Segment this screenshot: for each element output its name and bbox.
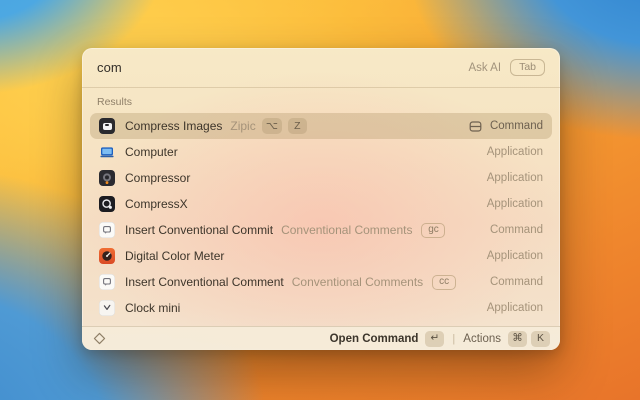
digital-color-meter-icon	[99, 248, 115, 264]
result-type: Application	[487, 250, 543, 262]
raycast-logo-icon	[92, 331, 107, 346]
raycast-launcher-window: com Ask AI Tab Results Compress Images Z…	[82, 48, 560, 350]
compressor-app-icon	[99, 170, 115, 186]
result-subtitle: Conventional Comments	[292, 275, 423, 289]
alias-badge: cc	[432, 275, 456, 290]
result-type: Application	[487, 302, 543, 314]
result-title: Digital Color Meter	[125, 249, 224, 263]
result-type: Application	[487, 146, 543, 158]
result-title: Insert Conventional Comment	[125, 275, 284, 289]
tab-key-badge: Tab	[510, 59, 545, 77]
clock-mini-icon	[99, 300, 115, 316]
z-key-badge: Z	[288, 118, 307, 134]
result-type: Command	[490, 224, 543, 236]
result-row-clock-mini[interactable]: Clock mini Application	[90, 295, 552, 321]
zipic-app-icon	[99, 118, 115, 134]
result-type: Command	[490, 276, 543, 288]
result-title: CompressX	[125, 197, 188, 211]
compressx-app-icon	[99, 196, 115, 212]
footer-divider: |	[452, 333, 455, 345]
results-section-header: Results	[90, 88, 552, 113]
desktop-wallpaper: com Ask AI Tab Results Compress Images Z…	[0, 0, 640, 400]
result-type: Application	[487, 172, 543, 184]
result-row-compress-images[interactable]: Compress Images Zipic ⌥ Z Command	[90, 113, 552, 139]
results-list: Results Compress Images Zipic ⌥ Z Comman…	[82, 88, 560, 326]
result-title: Computer	[125, 145, 178, 159]
result-subtitle: Conventional Comments	[281, 223, 412, 237]
result-row-compressx[interactable]: CompressX Application	[90, 191, 552, 217]
command-key-badge: ⌘	[508, 331, 527, 347]
computer-app-icon	[99, 144, 115, 160]
search-input[interactable]: com	[97, 60, 122, 75]
result-row-insert-conventional-comment[interactable]: Insert Conventional Comment Conventional…	[90, 269, 552, 295]
alias-badge: gc	[421, 223, 445, 238]
conventional-comments-icon	[99, 274, 115, 290]
actions-button[interactable]: Actions	[463, 333, 501, 345]
result-row-computer[interactable]: Computer Application	[90, 139, 552, 165]
conventional-comments-icon	[99, 222, 115, 238]
return-key-badge: ↵	[425, 331, 444, 347]
k-key-badge: K	[531, 331, 550, 347]
ask-ai-label[interactable]: Ask AI	[468, 62, 501, 74]
result-type: Application	[487, 198, 543, 210]
result-title: Insert Conventional Commit	[125, 223, 273, 237]
footer-bar: Open Command ↵ | Actions ⌘ K	[82, 326, 560, 350]
result-title: Clock mini	[125, 301, 180, 315]
command-drive-icon	[469, 120, 482, 133]
search-bar: com Ask AI Tab	[82, 48, 560, 88]
result-row-digital-color-meter[interactable]: Digital Color Meter Application	[90, 243, 552, 269]
result-subtitle: Zipic	[230, 119, 255, 133]
result-type: Command	[490, 120, 543, 132]
result-title: Compressor	[125, 171, 190, 185]
result-row-compressor[interactable]: Compressor Application	[90, 165, 552, 191]
option-key-badge: ⌥	[262, 118, 282, 134]
result-title: Compress Images	[125, 119, 222, 133]
open-command-action[interactable]: Open Command	[330, 333, 419, 345]
result-row-insert-conventional-commit[interactable]: Insert Conventional Commit Conventional …	[90, 217, 552, 243]
